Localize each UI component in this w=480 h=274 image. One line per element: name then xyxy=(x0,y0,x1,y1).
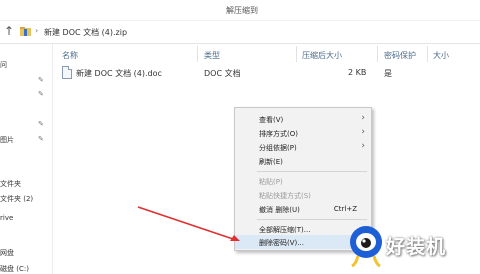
column-divider[interactable] xyxy=(296,46,297,62)
column-divider[interactable] xyxy=(377,46,378,62)
menu-item-label: 粘贴(P) xyxy=(259,178,283,186)
menu-item-undo-delete[interactable]: 撤消 删除(U) Ctrl+Z xyxy=(235,202,371,216)
nav-item-cloud-disk[interactable]: 网盘 xyxy=(0,248,14,258)
menu-item-label: 删除密码(V)... xyxy=(259,239,304,247)
submenu-arrow-icon: › xyxy=(361,127,365,137)
menu-item-label: 全部解压缩(T)... xyxy=(259,226,311,234)
breadcrumb-path[interactable]: 新建 DOC 文档 (4).zip xyxy=(44,27,127,38)
menu-item-label: 刷新(E) xyxy=(259,158,283,166)
watermark-logo: 好装机 xyxy=(344,220,480,270)
file-compressed-size: 2 KB xyxy=(348,68,367,77)
document-icon xyxy=(62,66,72,79)
breadcrumb-separator: › xyxy=(35,26,39,35)
menu-item-refresh[interactable]: 刷新(E) xyxy=(235,154,371,168)
annotation-arrow-line xyxy=(137,206,237,241)
file-type: DOC 文档 xyxy=(204,69,241,78)
menu-item-label: 分组依据(P) xyxy=(259,144,297,152)
menu-item-label: 撤消 删除(U) xyxy=(259,206,300,214)
zip-folder-icon xyxy=(20,27,31,36)
nav-item-folder-2[interactable]: 文件夹 (2) xyxy=(0,194,33,204)
pin-icon: ✎ xyxy=(38,120,44,128)
menu-item-label: 排序方式(O) xyxy=(259,130,298,138)
up-arrow-icon[interactable]: ↑ xyxy=(4,24,14,38)
menu-item-group-by[interactable]: 分组依据(P) › xyxy=(235,140,371,154)
file-password-protected: 是 xyxy=(384,69,392,78)
address-bar[interactable]: ↑ › 新建 DOC 文档 (4).zip xyxy=(0,21,480,44)
file-row[interactable]: 新建 DOC 文档 (4).doc DOC 文档 2 KB 是 xyxy=(56,64,480,80)
ribbon-bar: 解压缩到 xyxy=(0,0,480,21)
eye-mascot-logo-icon xyxy=(350,226,382,268)
menu-item-paste: 粘贴(P) xyxy=(235,174,371,188)
menu-item-paste-shortcut: 粘贴快捷方式(S) xyxy=(235,188,371,202)
nav-item-folder[interactable]: 文件夹 xyxy=(0,179,21,189)
menu-item-label: 粘贴快捷方式(S) xyxy=(259,192,311,200)
file-name: 新建 DOC 文档 (4).doc xyxy=(76,69,162,78)
pin-icon: ✎ xyxy=(38,76,44,84)
menu-item-shortcut: Ctrl+Z xyxy=(333,205,357,213)
menu-item-sort-by[interactable]: 排序方式(O) › xyxy=(235,126,371,140)
column-header-password[interactable]: 密码保护 xyxy=(384,50,416,61)
nav-item-drive[interactable]: rive xyxy=(0,214,13,222)
watermark-text: 好装机 xyxy=(386,236,447,258)
submenu-arrow-icon: › xyxy=(361,113,365,123)
column-header-name[interactable]: 名称 xyxy=(62,50,78,61)
pin-icon: ✎ xyxy=(38,90,44,98)
column-divider[interactable] xyxy=(427,46,428,62)
menu-separator xyxy=(257,171,367,172)
pin-icon: ✎ xyxy=(38,135,44,143)
submenu-arrow-icon: › xyxy=(361,141,365,151)
menu-item-label: 查看(V) xyxy=(259,116,284,124)
extract-to-tool-label[interactable]: 解压缩到 xyxy=(226,5,258,16)
column-header-compressed-size[interactable]: 压缩后大小 xyxy=(302,50,342,61)
navigation-pane: 问 ✎ ✎ ✎ 图片 ✎ 文件夹 文件夹 (2) rive 网盘 磁盘 (C:) xyxy=(0,44,53,274)
column-header-type[interactable]: 类型 xyxy=(204,50,220,61)
nav-item-quick-access[interactable]: 问 xyxy=(0,60,7,70)
menu-item-view[interactable]: 查看(V) › xyxy=(235,112,371,126)
column-divider[interactable] xyxy=(197,46,198,62)
column-header-size[interactable]: 大小 xyxy=(433,50,449,61)
nav-item-pictures[interactable]: 图片 xyxy=(0,135,14,145)
nav-item-local-disk-c[interactable]: 磁盘 (C:) xyxy=(0,264,29,274)
